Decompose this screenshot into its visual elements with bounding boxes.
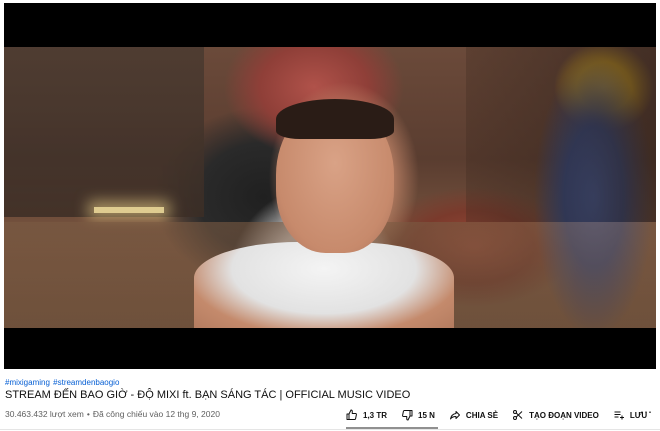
view-count: 30.463.432 lượt xem bbox=[5, 409, 84, 419]
share-label: CHIA SẺ bbox=[465, 410, 499, 420]
action-bar: 1,3 TR 15 N CHIA SẺ TẠO ĐOẠN VIDEO LƯU bbox=[346, 402, 647, 428]
share-arrow-icon bbox=[449, 411, 460, 420]
dislike-button[interactable]: 15 N bbox=[401, 403, 435, 427]
hashtag-list: #mixigaming #streamdenbaogio bbox=[5, 378, 119, 387]
background-wall bbox=[466, 47, 656, 222]
hashtag-link[interactable]: #streamdenbaogio bbox=[53, 378, 119, 387]
thumbs-down-icon bbox=[402, 410, 413, 421]
publish-date: Đã công chiếu vào 12 thg 9, 2020 bbox=[92, 409, 220, 419]
video-title: STREAM ĐẾN BAO GIỜ - ĐỘ MIXI ft. BẠN SÁN… bbox=[5, 389, 411, 401]
like-count: 1,3 TR bbox=[363, 410, 388, 420]
dislike-count: 15 N bbox=[418, 410, 435, 420]
add-to-playlist-icon bbox=[614, 411, 624, 420]
hashtag-link[interactable]: #mixigaming bbox=[5, 378, 50, 387]
clip-label: TẠO ĐOẠN VIDEO bbox=[529, 410, 599, 420]
meta-separator: • bbox=[86, 409, 90, 419]
clip-button[interactable]: TẠO ĐOẠN VIDEO bbox=[512, 403, 599, 427]
thumbs-up-icon bbox=[346, 409, 357, 420]
video-player[interactable] bbox=[4, 3, 656, 369]
like-button[interactable]: 1,3 TR bbox=[346, 403, 387, 427]
person-body bbox=[194, 242, 454, 328]
divider bbox=[0, 429, 660, 430]
video-frame[interactable] bbox=[4, 47, 656, 328]
more-horizontal-icon[interactable]: ⋯ bbox=[640, 406, 652, 418]
video-meta: 30.463.432 lượt xem • Đã công chiếu vào 12… bbox=[5, 409, 220, 419]
background-shelf bbox=[4, 47, 204, 217]
person-hair bbox=[276, 99, 394, 139]
share-button[interactable]: CHIA SẺ bbox=[449, 403, 498, 427]
scissors-icon bbox=[513, 410, 523, 420]
